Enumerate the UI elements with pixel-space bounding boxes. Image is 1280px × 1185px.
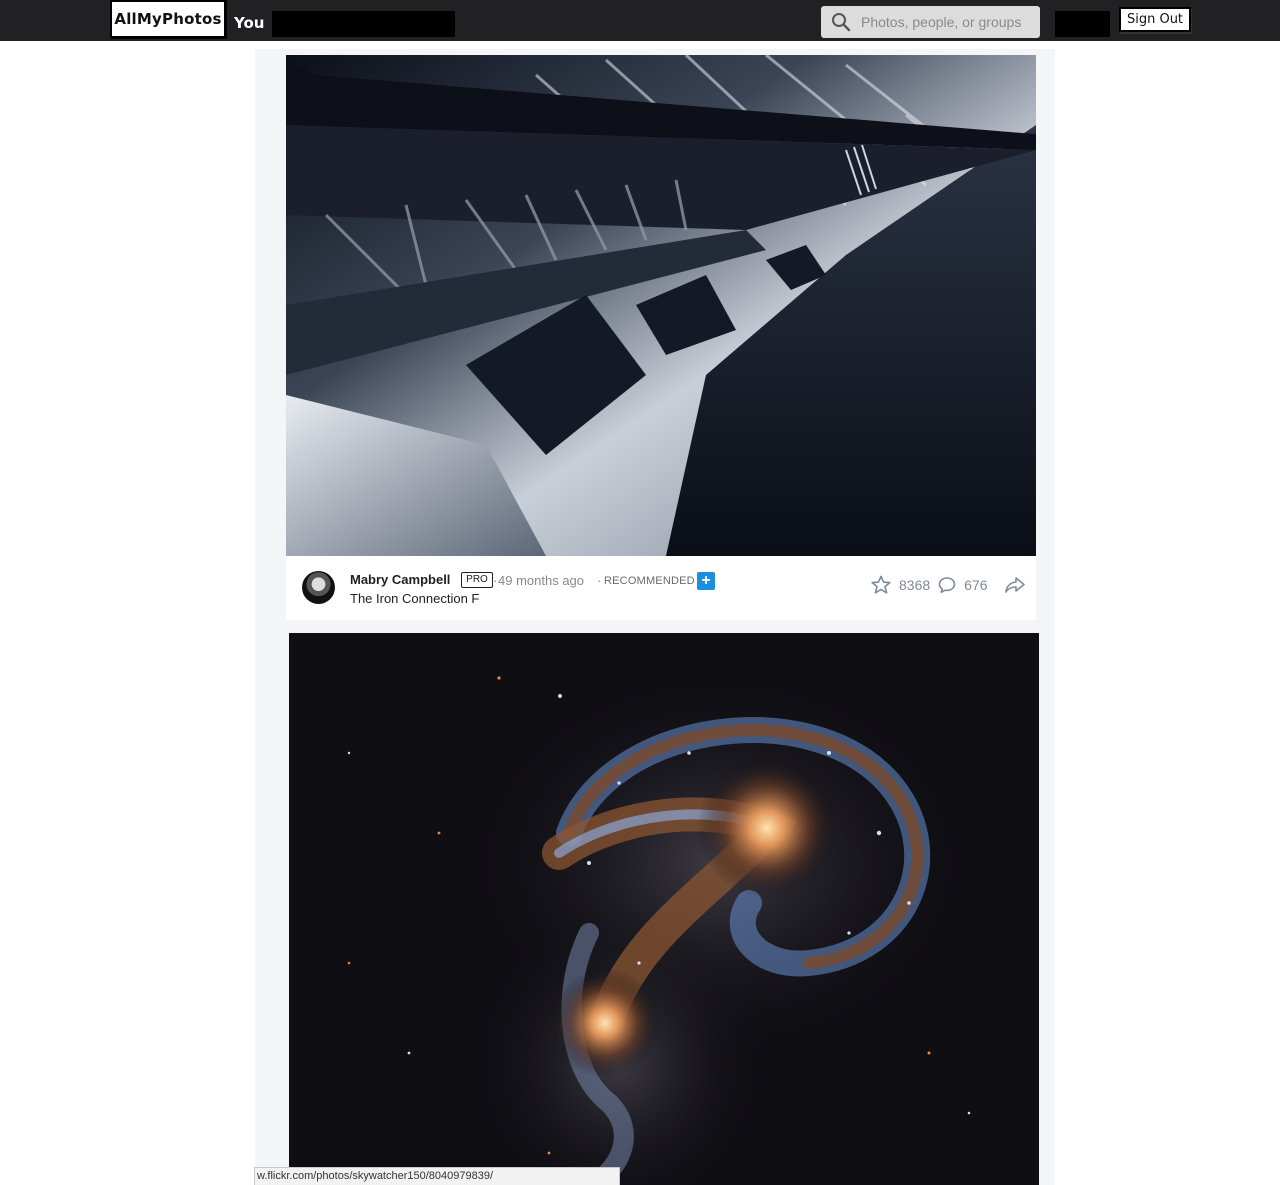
photo-card: Mabry Campbell PRO · 49 months ago · REC… bbox=[286, 55, 1036, 620]
avatar[interactable] bbox=[302, 571, 335, 604]
photo-meta-bar: Mabry Campbell PRO · 49 months ago · REC… bbox=[286, 556, 1036, 620]
photo-title[interactable]: The Iron Connection F bbox=[350, 591, 479, 606]
star-icon[interactable] bbox=[871, 575, 891, 595]
separator-dot: · bbox=[493, 573, 498, 588]
search-icon bbox=[832, 13, 851, 32]
pro-badge: PRO bbox=[461, 572, 493, 588]
search-input[interactable] bbox=[859, 13, 1033, 31]
photo-stats: 8368 676 bbox=[871, 575, 1026, 595]
comments-count: 676 bbox=[964, 577, 988, 593]
galaxy-photo[interactable] bbox=[289, 633, 1039, 1185]
nav-you-link[interactable]: You bbox=[234, 14, 264, 32]
logo-text: AllMyPhotos bbox=[114, 10, 222, 28]
browser-status-bar: w.flickr.com/photos/skywatcher150/804097… bbox=[254, 1167, 620, 1185]
share-icon[interactable] bbox=[1004, 575, 1026, 595]
author-name[interactable]: Mabry Campbell bbox=[350, 572, 450, 587]
sign-out-button[interactable]: Sign Out bbox=[1119, 7, 1191, 32]
site-logo[interactable]: AllMyPhotos bbox=[110, 0, 226, 38]
redacted-nav-area bbox=[272, 11, 455, 37]
redacted-user-area bbox=[1055, 11, 1110, 37]
bridge-photo[interactable] bbox=[286, 55, 1036, 556]
search-box[interactable] bbox=[821, 6, 1040, 38]
post-time: 49 months ago bbox=[498, 573, 585, 588]
top-navigation-bar: AllMyPhotos You Sign Out bbox=[0, 0, 1280, 41]
faves-count: 8368 bbox=[899, 577, 931, 593]
plus-icon[interactable]: + bbox=[697, 572, 715, 590]
comment-icon[interactable] bbox=[938, 576, 956, 594]
separator-dot: · bbox=[597, 573, 602, 588]
recommended-label: RECOMMENDED bbox=[604, 575, 695, 587]
